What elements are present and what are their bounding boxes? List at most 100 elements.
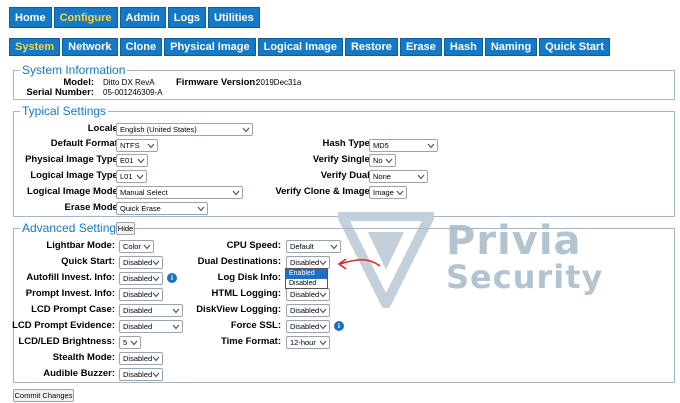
- quick-start-select[interactable]: Disabled: [119, 256, 163, 269]
- system-information-legend: System Information: [20, 63, 128, 77]
- lcd-prompt-evidence-select[interactable]: Disabled: [119, 320, 183, 333]
- lcd-prompt-evidence-label: LCD Prompt Evidence:: [12, 320, 115, 331]
- audible-buzzer-label: Audible Buzzer:: [43, 368, 115, 379]
- tab-physical-image[interactable]: Physical Image: [164, 38, 256, 56]
- dual-destinations-label: Dual Destinations:: [197, 256, 281, 267]
- tab-system[interactable]: System: [9, 38, 61, 56]
- hash-type-label: Hash Type:: [322, 138, 373, 149]
- lcd-led-brightness-label: LCD/LED Brightness:: [18, 336, 115, 347]
- chevron-down-icon: [330, 244, 338, 250]
- chevron-down-icon: [396, 190, 404, 196]
- cpu-speed-select[interactable]: Default: [286, 240, 341, 253]
- chevron-down-icon: [136, 174, 144, 180]
- nav-configure[interactable]: Configure: [53, 7, 118, 28]
- chevron-down-icon: [319, 292, 327, 298]
- physical-image-type-label: Physical Image Type:: [25, 154, 121, 165]
- html-logging-label: HTML Logging:: [211, 288, 281, 299]
- dropdown-option-enabled[interactable]: Enabled: [286, 269, 327, 279]
- verify-clone-image-select[interactable]: Image: [369, 186, 407, 199]
- chevron-down-icon: [319, 260, 327, 266]
- logical-image-type-select[interactable]: L01: [116, 170, 147, 183]
- chevron-down-icon: [172, 308, 180, 314]
- system-information-section: System Information Model: Ditto DX RevA …: [13, 63, 675, 100]
- stealth-mode-select[interactable]: Disabled: [119, 352, 163, 365]
- tab-quick-start[interactable]: Quick Start: [539, 38, 610, 56]
- time-format-select[interactable]: 12-hour: [286, 336, 330, 349]
- prompt-invest-info-label: Prompt Invest. Info:: [25, 288, 115, 299]
- typical-settings-section: Typical Settings Locale: English (United…: [13, 104, 675, 217]
- lightbar-mode-select[interactable]: Color: [119, 240, 154, 253]
- tab-naming[interactable]: Naming: [484, 38, 538, 56]
- chevron-down-icon: [152, 260, 160, 266]
- locale-select[interactable]: English (United States): [116, 123, 253, 136]
- dual-destinations-dropdown: Enabled Disabled: [285, 268, 328, 289]
- chevron-down-icon: [197, 206, 205, 212]
- verify-single-select[interactable]: No: [369, 154, 396, 167]
- default-format-select[interactable]: NTFS: [116, 139, 158, 152]
- chevron-down-icon: [152, 372, 160, 378]
- dropdown-option-disabled[interactable]: Disabled: [286, 279, 327, 289]
- chevron-down-icon: [147, 143, 155, 149]
- diskview-logging-select[interactable]: Disabled: [286, 304, 330, 317]
- commit-changes-button[interactable]: Commit Changes: [13, 389, 74, 402]
- verify-dual-select[interactable]: None: [369, 170, 428, 183]
- prompt-invest-info-select[interactable]: Disabled: [119, 288, 163, 301]
- chevron-down-icon: [152, 276, 160, 282]
- lightbar-mode-label: Lightbar Mode:: [46, 240, 115, 251]
- force-ssl-label: Force SSL:: [230, 320, 281, 331]
- logical-image-mode-select[interactable]: Manual Select: [116, 186, 243, 199]
- chevron-down-icon: [417, 174, 425, 180]
- tab-restore[interactable]: Restore: [344, 38, 398, 56]
- typical-settings-legend: Typical Settings: [20, 104, 109, 118]
- nav-admin[interactable]: Admin: [119, 7, 166, 28]
- audible-buzzer-select[interactable]: Disabled: [119, 368, 163, 381]
- info-icon[interactable]: i: [167, 273, 177, 283]
- serial-number-label: Serial Number:: [26, 87, 94, 98]
- top-nav: Home Configure Admin Logs Utilities: [9, 7, 260, 28]
- chevron-down-icon: [242, 127, 250, 133]
- verify-single-label: Verify Single:: [312, 154, 373, 165]
- chevron-down-icon: [232, 190, 240, 196]
- erase-mode-label: Erase Mode:: [64, 202, 122, 213]
- chevron-down-icon: [152, 356, 160, 362]
- nav-utilities[interactable]: Utilities: [208, 7, 260, 28]
- info-icon[interactable]: i: [334, 321, 344, 331]
- tab-logical-image[interactable]: Logical Image: [257, 38, 343, 56]
- tab-erase[interactable]: Erase: [399, 38, 442, 56]
- autofill-invest-info-select[interactable]: Disabled: [119, 272, 163, 285]
- hide-advanced-button[interactable]: Hide: [116, 222, 135, 235]
- nav-home[interactable]: Home: [9, 7, 52, 28]
- verify-clone-image-label: Verify Clone & Image:: [275, 186, 373, 197]
- nav-logs[interactable]: Logs: [167, 7, 207, 28]
- cpu-speed-label: CPU Speed:: [226, 240, 281, 251]
- lcd-prompt-case-select[interactable]: Disabled: [119, 304, 183, 317]
- erase-mode-select[interactable]: Quick Erase: [116, 202, 208, 215]
- time-format-label: Time Format:: [220, 336, 281, 347]
- diskview-logging-label: DiskView Logging:: [196, 304, 281, 315]
- serial-number-value: 05-001246309-A: [103, 88, 163, 97]
- chevron-down-icon: [137, 158, 145, 164]
- quick-start-label: Quick Start:: [61, 256, 115, 267]
- lcd-prompt-case-label: LCD Prompt Case:: [31, 304, 115, 315]
- html-logging-select[interactable]: Disabled: [286, 288, 330, 301]
- tab-hash[interactable]: Hash: [443, 38, 483, 56]
- sub-nav: System Network Clone Physical Image Logi…: [9, 38, 610, 56]
- log-disk-info-label: Log Disk Info:: [217, 272, 281, 283]
- physical-image-type-select[interactable]: E01: [116, 154, 148, 167]
- red-arrow-annotation-icon: [337, 258, 381, 270]
- firmware-version-label: Firmware Version:: [176, 77, 259, 88]
- lcd-led-brightness-select[interactable]: 5: [119, 336, 141, 349]
- chevron-down-icon: [427, 143, 435, 149]
- chevron-down-icon: [319, 308, 327, 314]
- advanced-settings-section: Advanced Settings Hide Lightbar Mode: Co…: [12, 221, 675, 383]
- chevron-down-icon: [172, 324, 180, 330]
- tab-clone[interactable]: Clone: [119, 38, 163, 56]
- chevron-down-icon: [319, 324, 327, 330]
- logical-image-mode-label: Logical Image Mode:: [27, 186, 121, 197]
- stealth-mode-label: Stealth Mode:: [52, 352, 115, 363]
- hash-type-select[interactable]: MD5: [369, 139, 438, 152]
- force-ssl-select[interactable]: Disabled: [286, 320, 330, 333]
- autofill-invest-info-label: Autofill Invest. Info:: [26, 272, 115, 283]
- tab-network[interactable]: Network: [62, 38, 118, 56]
- chevron-down-icon: [319, 340, 327, 346]
